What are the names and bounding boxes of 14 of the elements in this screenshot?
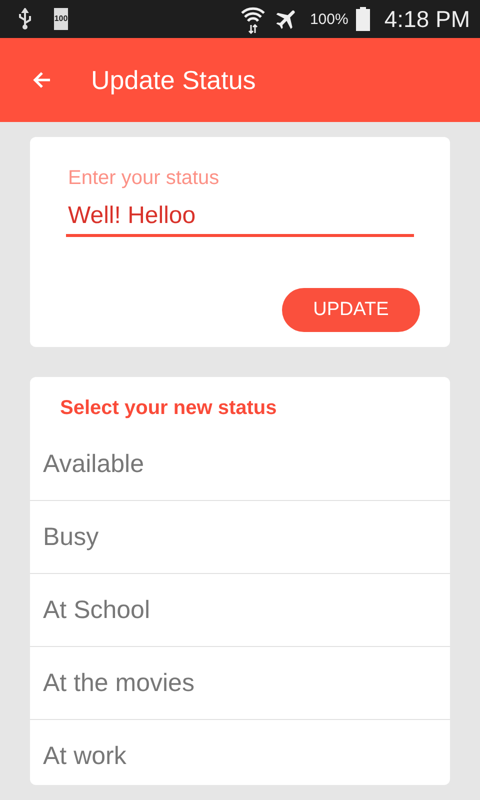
update-button[interactable]: UPDATE — [282, 288, 420, 332]
usb-icon — [18, 8, 32, 30]
battery-level-badge: 100 — [54, 8, 68, 30]
clock-time: 4:18 PM — [384, 6, 470, 32]
toolbar-title: Update Status — [91, 64, 256, 96]
field-label: Enter your status — [68, 167, 220, 190]
battery-icon — [356, 7, 370, 31]
status-option[interactable]: At the movies — [30, 647, 450, 720]
status-option[interactable]: Busy — [30, 501, 450, 574]
list-heading: Select your new status — [60, 397, 277, 420]
status-option[interactable]: Available — [30, 428, 450, 501]
status-option[interactable]: At work — [30, 720, 450, 785]
status-option[interactable]: At School — [30, 574, 450, 647]
battery-percent: 100% — [310, 10, 348, 28]
